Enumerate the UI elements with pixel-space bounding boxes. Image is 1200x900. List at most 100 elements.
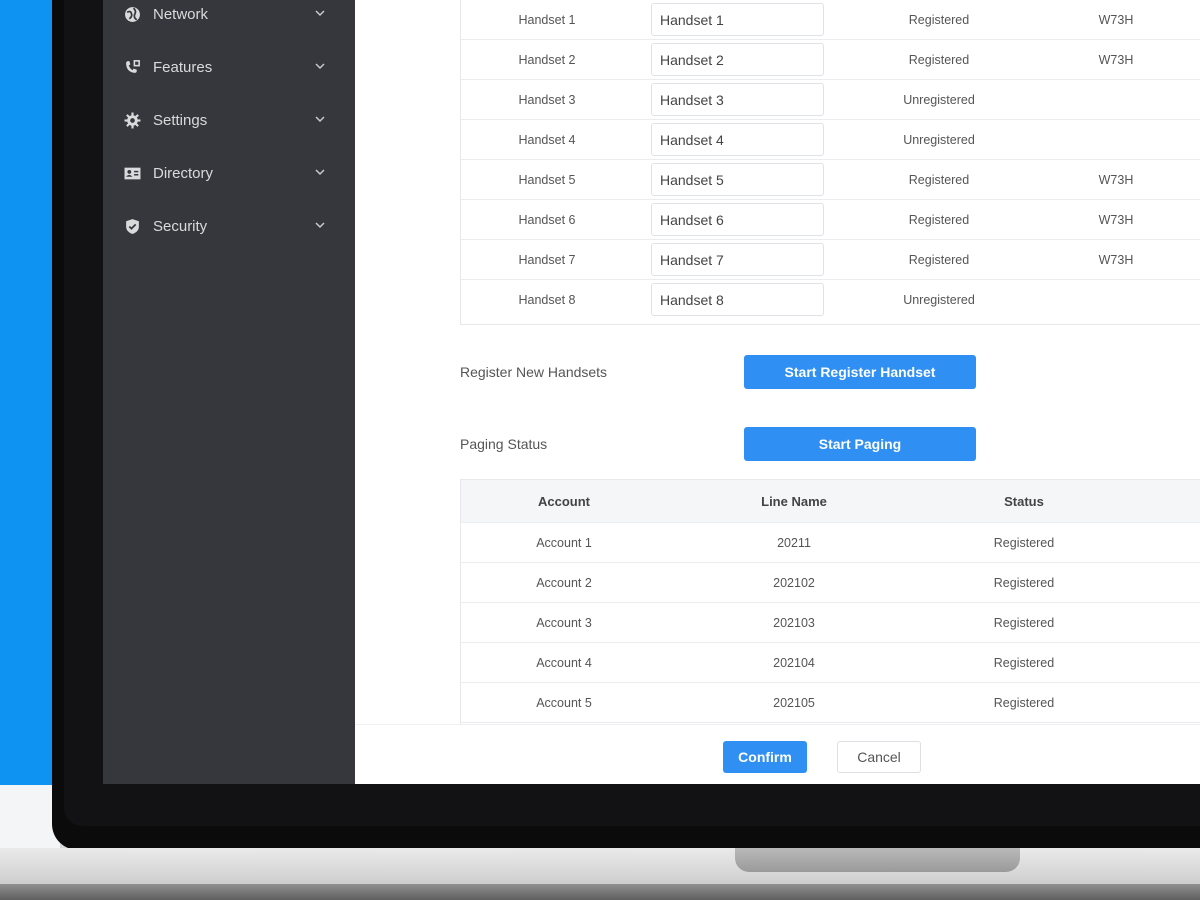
globe-icon	[123, 5, 141, 23]
chevron-down-icon	[315, 63, 325, 70]
handset-name-input[interactable]	[651, 163, 824, 196]
sidebar-item-label: Features	[153, 58, 213, 76]
handset-model	[1051, 80, 1181, 120]
gear-icon	[123, 111, 141, 129]
account-name: Account 2	[536, 575, 592, 590]
laptop-deck-edge	[0, 884, 1200, 900]
handset-name-input[interactable]	[651, 123, 824, 156]
table-row: Handset 3 Unregistered	[461, 80, 1200, 120]
handset-name-input[interactable]	[651, 83, 824, 116]
sidebar-item-network[interactable]: Network	[103, 0, 355, 34]
handset-index: Handset 5	[518, 173, 576, 187]
start-paging-button[interactable]: Start Paging	[744, 427, 976, 461]
chevron-down-icon	[315, 116, 325, 123]
table-row: Handset 5 Registered W73H	[461, 160, 1200, 200]
account-status: Registered	[993, 575, 1055, 590]
table-row: Account 5 202105 Registered	[461, 683, 1200, 723]
account-status: Registered	[993, 615, 1055, 630]
chevron-down-icon	[315, 222, 325, 229]
handset-status: Registered	[908, 53, 970, 67]
handset-status: Unregistered	[903, 93, 975, 107]
handset-model: W73H	[1098, 173, 1134, 187]
handset-model: W73H	[1098, 13, 1134, 27]
handset-status: Registered	[908, 13, 970, 27]
column-header-account: Account	[538, 493, 590, 509]
account-line-name: 20211	[777, 535, 811, 550]
handset-status: Registered	[908, 173, 970, 187]
account-name: Account 4	[536, 655, 592, 670]
sidebar-item-security[interactable]: Security	[103, 206, 355, 246]
chevron-down-icon	[315, 169, 325, 176]
handset-name-input[interactable]	[651, 243, 824, 276]
handset-index: Handset 7	[518, 253, 576, 267]
account-line-name: 202102	[773, 575, 815, 590]
table-row: Account 3 202103 Registered	[461, 603, 1200, 643]
start-register-handset-button[interactable]: Start Register Handset	[744, 355, 976, 389]
chevron-down-icon	[315, 10, 325, 17]
handset-model: W73H	[1098, 253, 1134, 267]
sidebar: Network Features Settings Directory Secu…	[103, 0, 355, 784]
handset-status: Unregistered	[903, 293, 975, 307]
table-row: Account 1 20211 Registered	[461, 523, 1200, 563]
handset-index: Handset 1	[518, 13, 576, 27]
handset-model	[1051, 120, 1181, 160]
handset-model: W73H	[1098, 53, 1134, 67]
cancel-button[interactable]: Cancel	[837, 741, 921, 773]
table-row: Handset 8 Unregistered	[461, 280, 1200, 320]
handset-table: Handset 1 Registered W73H Handset 2 Regi…	[460, 0, 1200, 325]
handset-model	[1051, 280, 1181, 320]
handset-index: Handset 6	[518, 213, 576, 227]
account-status: Registered	[993, 535, 1055, 550]
laptop-notch	[735, 848, 1020, 872]
handset-status: Registered	[908, 253, 970, 267]
account-name: Account 1	[536, 535, 592, 550]
confirm-button[interactable]: Confirm	[723, 741, 807, 773]
form-footer: Confirm Cancel	[355, 724, 1200, 784]
account-table-header: Account Line Name Status	[461, 480, 1200, 523]
handset-status: Unregistered	[903, 133, 975, 147]
table-row: Handset 2 Registered W73H	[461, 40, 1200, 80]
handset-name-input[interactable]	[651, 3, 824, 36]
account-line-name: 202105	[773, 695, 815, 710]
handset-name-input[interactable]	[651, 283, 824, 316]
register-handsets-label: Register New Handsets	[460, 364, 608, 380]
table-row: Handset 4 Unregistered	[461, 120, 1200, 160]
table-row: Account 2 202102 Registered	[461, 563, 1200, 603]
table-row: Handset 1 Registered W73H	[461, 0, 1200, 40]
handset-index: Handset 3	[518, 93, 576, 107]
sidebar-item-label: Security	[153, 217, 208, 235]
account-line-name: 202103	[773, 615, 815, 630]
phone-features-icon	[123, 58, 141, 76]
sidebar-item-settings[interactable]: Settings	[103, 100, 355, 140]
handset-status: Registered	[908, 213, 970, 227]
column-header-line-name: Line Name	[761, 493, 827, 509]
contact-card-icon	[123, 164, 141, 182]
account-table: Account Line Name Status Account 1 20211…	[460, 479, 1200, 724]
table-row: Handset 6 Registered W73H	[461, 200, 1200, 240]
sidebar-item-label: Network	[153, 5, 209, 23]
handset-index: Handset 4	[518, 133, 576, 147]
handset-index: Handset 8	[518, 293, 576, 307]
sidebar-item-label: Directory	[153, 164, 214, 182]
account-name: Account 5	[536, 695, 592, 710]
handset-name-input[interactable]	[651, 43, 824, 76]
sidebar-item-directory[interactable]: Directory	[103, 153, 355, 193]
paging-status-label: Paging Status	[460, 436, 548, 452]
screen: Network Features Settings Directory Secu…	[103, 0, 1200, 784]
account-line-name: 202104	[773, 655, 815, 670]
handset-index: Handset 2	[518, 53, 576, 67]
main-content: Handset 1 Registered W73H Handset 2 Regi…	[355, 0, 1200, 784]
handset-name-input[interactable]	[651, 203, 824, 236]
sidebar-item-features[interactable]: Features	[103, 47, 355, 87]
handset-model: W73H	[1098, 213, 1134, 227]
background-blue-panel	[0, 0, 60, 785]
sidebar-item-label: Settings	[153, 111, 208, 129]
column-header-status: Status	[1004, 493, 1044, 509]
account-name: Account 3	[536, 615, 592, 630]
account-status: Registered	[993, 695, 1055, 710]
background-white-panel	[0, 785, 60, 850]
table-row: Account 4 202104 Registered	[461, 643, 1200, 683]
table-row: Handset 7 Registered W73H	[461, 240, 1200, 280]
shield-icon	[123, 217, 141, 235]
account-status: Registered	[993, 655, 1055, 670]
